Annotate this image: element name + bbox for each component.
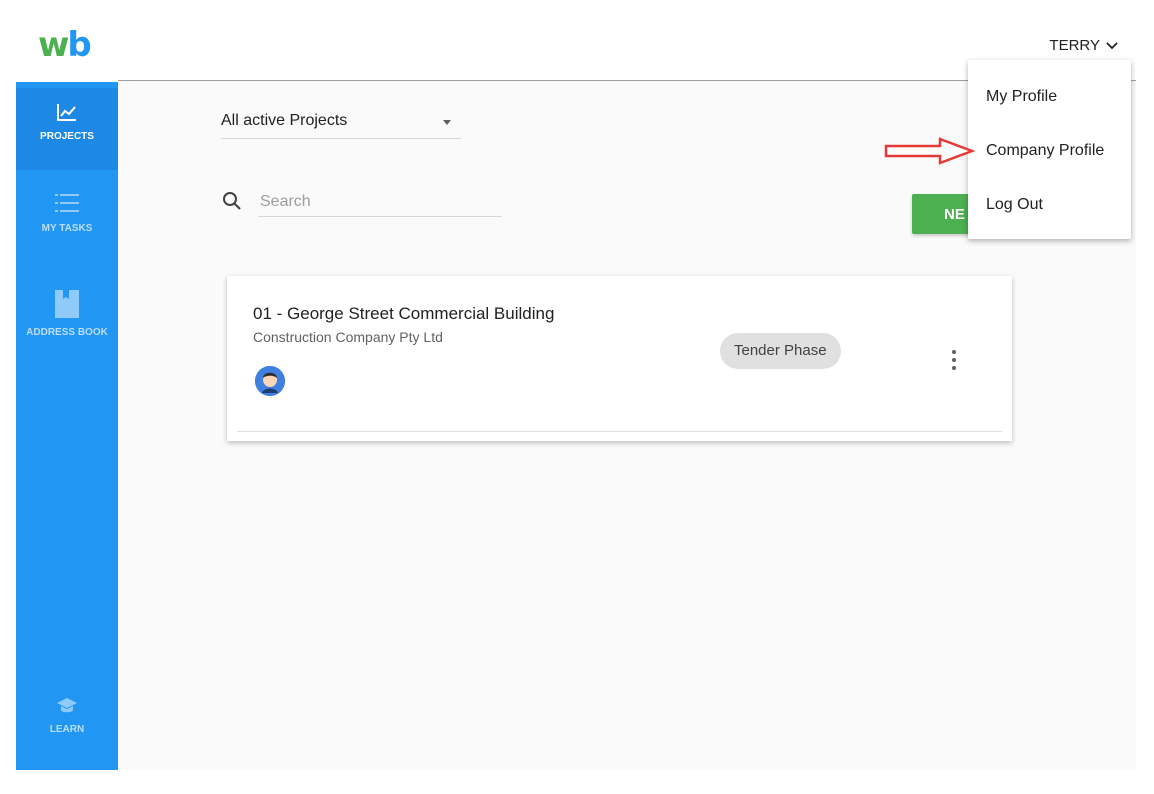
project-filter-value: All active Projects [221,112,348,129]
sidebar-item-projects[interactable]: PROJECTS [16,88,118,170]
card-divider [237,431,1002,432]
user-name: TERRY [1049,37,1100,54]
project-card[interactable]: 01 - George Street Commercial Building C… [227,276,1012,441]
graduation-cap-icon [57,698,77,713]
search-icon [223,192,241,210]
list-icon [55,194,79,212]
sidebar-item-address-book[interactable]: ADDRESS BOOK [16,290,118,360]
search-input[interactable] [258,188,502,217]
logo-letter-b: b [67,25,91,65]
sidebar-nav: PROJECTS MY TASKS ADDRESS BOOK LEARN [16,82,118,770]
app-logo[interactable]: wb [38,25,92,65]
avatar[interactable] [255,366,285,396]
sidebar-item-label: LEARN [49,724,85,735]
status-badge: Tender Phase [720,333,841,369]
project-filter-select[interactable]: All active Projects [221,112,461,139]
more-vert-icon[interactable] [944,348,964,372]
menu-item-log-out[interactable]: Log Out [986,196,1043,214]
project-company: Construction Company Pty Ltd [253,329,443,345]
dropdown-caret-icon [443,120,451,125]
logo-letter-w: w [38,25,69,65]
user-menu-toggle[interactable]: TERRY [1049,37,1118,54]
sidebar-item-label: PROJECTS [40,131,94,142]
sidebar-item-my-tasks[interactable]: MY TASKS [16,192,118,262]
menu-item-company-profile[interactable]: Company Profile [986,142,1104,160]
chart-line-icon [57,104,76,121]
sidebar-item-label: MY TASKS [41,223,93,234]
book-icon [55,290,79,318]
project-title[interactable]: 01 - George Street Commercial Building [253,304,554,324]
sidebar-item-learn[interactable]: LEARN [16,697,118,767]
user-avatar-icon [255,366,285,396]
user-dropdown-menu: My Profile Company Profile Log Out [968,60,1131,239]
annotation-arrow-icon [884,137,976,165]
menu-item-my-profile[interactable]: My Profile [986,88,1057,106]
sidebar-item-label: ADDRESS BOOK [26,327,108,338]
chevron-down-icon [1106,41,1118,49]
